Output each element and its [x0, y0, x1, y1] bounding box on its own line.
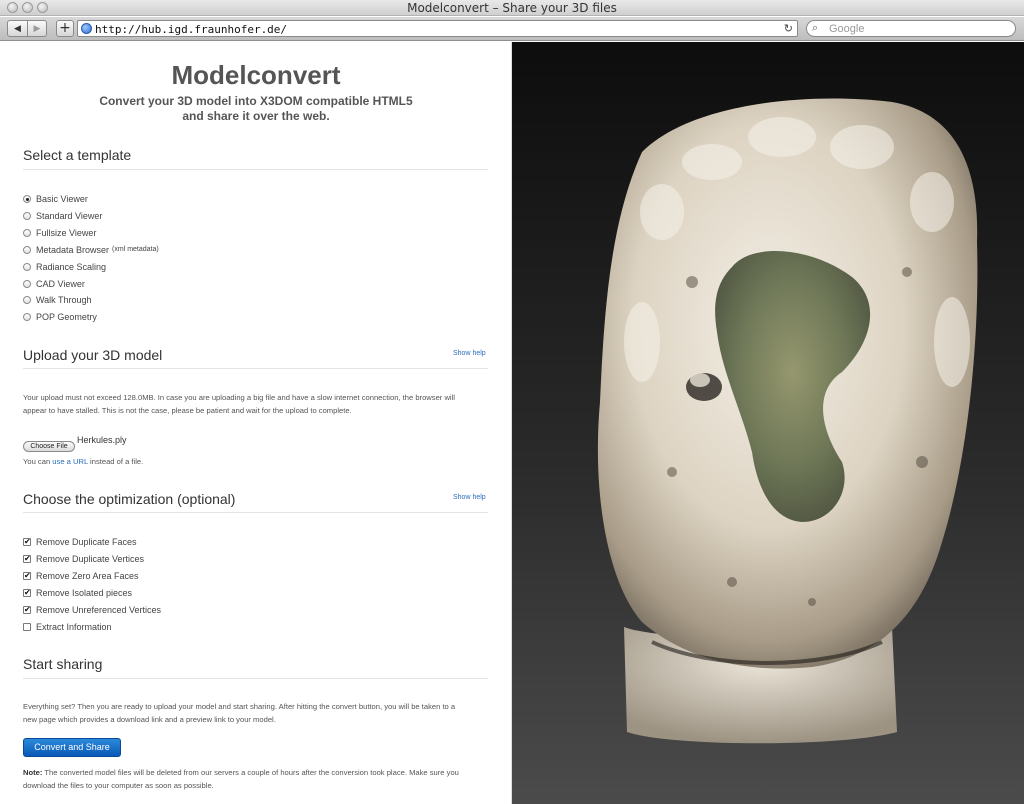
optimization-option-label: Remove Unreferenced Vertices	[36, 604, 162, 615]
plus-icon[interactable]: +	[56, 20, 74, 37]
upload-section-title: Upload your 3D model	[23, 347, 163, 363]
template-option[interactable]: Basic Viewer	[23, 193, 88, 205]
template-option[interactable]: Metadata Browser (xml metadata)	[23, 244, 159, 256]
browser-toolbar: ◀ ▶ + http://hub.igd.fraunhofer.de/ ↻ ⌕ …	[0, 17, 1024, 41]
template-option[interactable]: Radiance Scaling	[23, 261, 106, 273]
subtitle-line-1: Convert your 3D model into X3DOM compati…	[99, 94, 413, 108]
navigation-buttons: ◀ ▶	[7, 20, 47, 37]
globe-icon	[81, 23, 92, 34]
search-placeholder[interactable]: Google	[829, 23, 864, 35]
checkbox-checked-icon[interactable]: ✔	[23, 538, 31, 546]
url-option-text: You can use a URL instead of a file.	[23, 455, 493, 468]
forward-arrow-icon[interactable]: ▶	[26, 21, 46, 36]
template-option[interactable]: Standard Viewer	[23, 210, 102, 222]
choose-file-button[interactable]: Choose File	[23, 441, 75, 452]
template-radio[interactable]	[23, 228, 31, 237]
template-radio[interactable]	[23, 313, 31, 322]
template-radio[interactable]	[23, 262, 31, 271]
deletion-note: Note: The converted model files will be …	[23, 766, 493, 792]
back-arrow-icon[interactable]: ◀	[8, 21, 27, 36]
use-url-link[interactable]: use a URL	[52, 457, 88, 466]
optimization-section-title: Choose the optimization (optional)	[23, 491, 236, 507]
template-radio[interactable]	[23, 195, 31, 203]
3d-model-viewer[interactable]	[512, 42, 1024, 804]
template-option-label: Metadata Browser	[36, 244, 110, 255]
optimization-option[interactable]: ✔ Remove Unreferenced Vertices	[23, 604, 161, 616]
convert-and-share-button[interactable]: Convert and Share	[23, 738, 121, 757]
search-field[interactable]: ⌕ Google	[806, 20, 1016, 37]
sharing-info-line-1: Everything set? Then you are ready to up…	[23, 702, 456, 711]
optimization-option[interactable]: ✔ Remove Duplicate Vertices	[23, 553, 144, 565]
page-subtitle: Convert your 3D model into X3DOM compati…	[0, 94, 512, 124]
template-option-label: Fullsize Viewer	[36, 227, 97, 238]
herkules-bust-render[interactable]	[512, 42, 1024, 804]
url-text[interactable]: http://hub.igd.fraunhofer.de/	[95, 23, 287, 36]
template-option-label: Standard Viewer	[36, 210, 103, 221]
template-radio[interactable]	[23, 211, 31, 220]
optimization-option-label: Remove Zero Area Faces	[36, 570, 139, 581]
section-divider	[23, 678, 488, 679]
deletion-note-line-2: download the files to your computer as s…	[23, 781, 214, 790]
optimization-option[interactable]: ✔ Remove Zero Area Faces	[23, 570, 139, 582]
checkbox-checked-icon[interactable]: ✔	[23, 571, 31, 580]
checkbox-unchecked-icon[interactable]	[23, 622, 31, 631]
template-option-label: Radiance Scaling	[36, 261, 107, 272]
optimization-option-label: Remove Isolated pieces	[36, 587, 133, 598]
template-option-note: (xml metadata)	[112, 246, 159, 254]
deletion-note-line-1: Note: The converted model files will be …	[23, 766, 493, 779]
section-divider	[23, 368, 488, 369]
checkbox-checked-icon[interactable]: ✔	[23, 588, 31, 597]
template-option-label: Walk Through	[36, 295, 92, 306]
section-divider	[23, 169, 488, 170]
window-titlebar: Modelconvert – Share your 3D files	[0, 0, 1024, 16]
note-text-1: The converted model files will be delete…	[44, 768, 459, 777]
url-option-prefix: You can	[23, 457, 51, 466]
optimization-option-label: Remove Duplicate Faces	[36, 537, 137, 547]
optimization-option-label: Extract Information	[36, 621, 112, 632]
template-option[interactable]: POP Geometry	[23, 311, 97, 323]
template-option-label: CAD Viewer	[36, 278, 85, 289]
sharing-info-line-2: new page which provides a download link …	[23, 715, 276, 724]
template-option[interactable]: CAD Viewer	[23, 278, 85, 290]
template-section-title: Select a template	[23, 147, 132, 163]
window-title: Modelconvert – Share your 3D files	[407, 1, 617, 15]
optimization-option-label: Remove Duplicate Vertices	[36, 553, 145, 564]
checkbox-checked-icon[interactable]: ✔	[23, 605, 31, 614]
upload-info-line-1: Your upload must not exceed 128.0MB. In …	[23, 393, 455, 402]
template-radio[interactable]	[23, 279, 31, 288]
template-option-label: Basic Viewer	[36, 194, 88, 204]
selected-file-name: Herkules.ply	[77, 435, 127, 445]
section-divider	[23, 512, 488, 513]
subtitle-line-2: and share it over the web.	[182, 109, 330, 123]
search-icon: ⌕	[812, 22, 819, 34]
optimization-show-help-link[interactable]: Show help	[453, 494, 486, 501]
optimization-option[interactable]: ✔ Remove Isolated pieces	[23, 587, 132, 599]
template-option-label: POP Geometry	[36, 312, 97, 323]
sharing-info: Everything set? Then you are ready to up…	[23, 700, 493, 726]
optimization-option[interactable]: Extract Information	[23, 621, 112, 633]
reload-icon[interactable]: ↻	[784, 22, 793, 35]
template-radio[interactable]	[23, 296, 31, 305]
template-radio[interactable]	[23, 245, 31, 254]
upload-info-line-2: appear to have stalled. This is not the …	[23, 406, 352, 415]
upload-show-help-link[interactable]: Show help	[453, 350, 486, 357]
sharing-section-title: Start sharing	[23, 656, 103, 672]
note-label: Note:	[23, 768, 43, 777]
optimization-option[interactable]: ✔ Remove Duplicate Faces	[23, 536, 137, 548]
upload-info: Your upload must not exceed 128.0MB. In …	[23, 391, 493, 417]
url-option-suffix: instead of a file.	[90, 457, 144, 466]
template-option[interactable]: Walk Through	[23, 294, 92, 306]
checkbox-checked-icon[interactable]: ✔	[23, 554, 31, 563]
address-bar[interactable]: http://hub.igd.fraunhofer.de/ ↻	[77, 20, 798, 37]
template-option[interactable]: Fullsize Viewer	[23, 227, 96, 239]
page-title: Modelconvert	[171, 60, 341, 90]
